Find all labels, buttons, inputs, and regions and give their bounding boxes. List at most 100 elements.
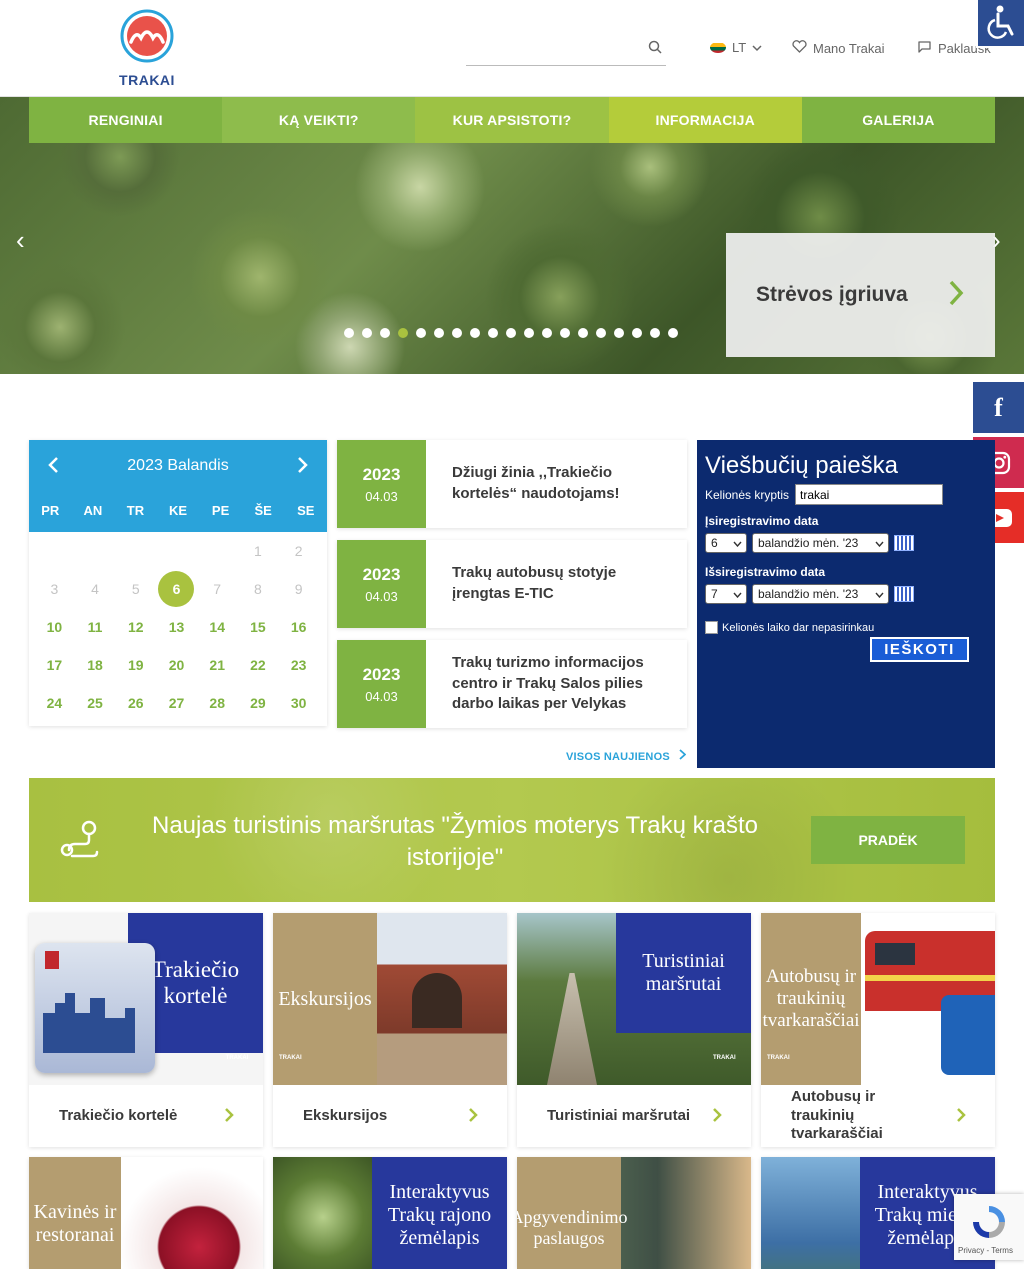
slider-dot[interactable] — [398, 328, 408, 338]
checkin-day-select[interactable]: 6 — [705, 533, 747, 553]
trakai-logo[interactable]: TRAKAI — [116, 8, 178, 90]
tile-ekskursijos[interactable]: Ekskursijos TRAKAI Ekskursijos — [273, 913, 507, 1147]
calendar-day[interactable]: 25 — [75, 684, 116, 722]
language-code: LT — [732, 40, 747, 55]
calendar-day[interactable]: 17 — [34, 646, 75, 684]
checkin-label: Įsiregistravimo data — [705, 514, 819, 528]
calendar-day[interactable]: 14 — [197, 608, 238, 646]
calendar-day[interactable]: 27 — [156, 684, 197, 722]
facebook-button[interactable]: f — [973, 382, 1024, 433]
start-route-button[interactable]: PRADĖK — [811, 816, 965, 864]
checkout-label: Išsiregistravimo data — [705, 565, 826, 579]
weekday-label: PE — [211, 503, 230, 518]
slider-dot[interactable] — [614, 328, 624, 338]
calendar-day[interactable]: 22 — [238, 646, 279, 684]
calendar-next-icon[interactable] — [297, 454, 309, 480]
trakai-badge: TRAKAI — [279, 1055, 302, 1061]
route-banner: Naujas turistinis maršrutas "Žymios mote… — [29, 778, 995, 902]
news-item[interactable]: 2023 04.03 Trakų autobusų stotyje įrengta… — [337, 540, 687, 628]
chevron-right-icon — [469, 1105, 478, 1128]
slider-dot[interactable] — [650, 328, 660, 338]
news-date: 2023 04.03 — [337, 440, 426, 528]
accessibility-button[interactable] — [976, 0, 1024, 48]
news-item[interactable]: 2023 04.03 Džiugi žinia ,,Trakiečio korte… — [337, 440, 687, 528]
calendar-day[interactable]: 10 — [34, 608, 75, 646]
search-icon[interactable] — [648, 40, 662, 59]
tile-kavines-restoranai[interactable]: Kavinės ir restoranai — [29, 1157, 263, 1269]
lithuania-flag-icon — [710, 42, 726, 53]
tile-caption: Ekskursijos — [303, 1106, 388, 1124]
slider-dot[interactable] — [470, 328, 480, 338]
nav-tab-kur-apsistoti[interactable]: KUR APSISTOTI? — [415, 97, 609, 143]
calendar-day — [34, 532, 75, 570]
news-title: Trakų turizmo informacijos centro ir Tra… — [452, 653, 644, 713]
slider-dot[interactable] — [434, 328, 444, 338]
slider-dot[interactable] — [344, 328, 354, 338]
checkout-day-select[interactable]: 7 — [705, 584, 747, 604]
hotel-search-button[interactable]: IEŠKOTI — [870, 637, 969, 662]
slide-caption-card[interactable]: Strėvos įgriuva — [726, 233, 995, 357]
slider-dot[interactable] — [632, 328, 642, 338]
slider-dot[interactable] — [560, 328, 570, 338]
tile-apgyvendinimas[interactable]: Apgyvendinimo paslaugos — [517, 1157, 751, 1269]
tile-turistiniai-marsrutai[interactable]: Turistiniai maršrutai TRAKAI Turistiniai… — [517, 913, 751, 1147]
nav-tab-informacija[interactable]: INFORMACIJA — [608, 97, 802, 143]
calendar-day[interactable]: 16 — [278, 608, 319, 646]
mano-trakai-link[interactable]: Mano Trakai — [792, 40, 885, 56]
calendar-day[interactable]: 15 — [238, 608, 279, 646]
news-item[interactable]: 2023 04.03 Trakų turizmo informacijos cen… — [337, 640, 687, 728]
nav-tab-galerija[interactable]: GALERIJA — [801, 97, 996, 143]
calendar-day[interactable]: 11 — [75, 608, 116, 646]
recaptcha-badge[interactable]: Privacy - Terms — [954, 1194, 1024, 1260]
slider-dot[interactable] — [452, 328, 462, 338]
calendar-day[interactable]: 18 — [75, 646, 116, 684]
tile-trakiecio-kortele[interactable]: Trakiečio kortelė TRAKAI Trakiečio korte… — [29, 913, 263, 1147]
news-date: 2023 04.03 — [337, 640, 426, 728]
slider-prev-icon[interactable]: ‹ — [16, 225, 25, 256]
calendar-day[interactable]: 12 — [115, 608, 156, 646]
slider-dot[interactable] — [542, 328, 552, 338]
calendar-day[interactable]: 20 — [156, 646, 197, 684]
calendar-day[interactable]: 29 — [238, 684, 279, 722]
nav-tab-renginiai[interactable]: RENGINIAI — [29, 97, 223, 143]
undecided-label: Kelionės laiko dar nepasirinkau — [722, 622, 875, 634]
calendar-day[interactable]: 24 — [34, 684, 75, 722]
slider-dot[interactable] — [668, 328, 678, 338]
site-header: TRAKAI LT Mano Trakai Paklausk — [0, 0, 1024, 97]
search-input[interactable] — [466, 32, 636, 62]
slider-dot[interactable] — [380, 328, 390, 338]
slider-dot[interactable] — [488, 328, 498, 338]
language-selector[interactable]: LT — [710, 40, 762, 55]
slider-dot[interactable] — [578, 328, 588, 338]
undecided-checkbox[interactable] — [705, 621, 718, 634]
calendar-day: 1 — [254, 543, 262, 559]
calendar-icon[interactable] — [894, 535, 914, 551]
slider-dot[interactable] — [506, 328, 516, 338]
facebook-icon: f — [994, 392, 1003, 422]
slider-dot[interactable] — [596, 328, 606, 338]
slider-dot[interactable] — [524, 328, 534, 338]
all-news-link[interactable]: VISOS NAUJIENOS — [566, 749, 687, 763]
checkin-month-select[interactable]: balandžio mėn. '23 — [752, 533, 889, 553]
checkout-month-select[interactable]: balandžio mėn. '23 — [752, 584, 889, 604]
nav-tab-ka-veikti[interactable]: KĄ VEIKTI? — [222, 97, 416, 143]
calendar-day[interactable]: 28 — [197, 684, 238, 722]
destination-field[interactable] — [795, 484, 943, 505]
tile-tvarkarasciai[interactable]: Autobusų ir traukinių tvarkaraščiai TRAK… — [761, 913, 995, 1147]
calendar-day[interactable]: 23 — [278, 646, 319, 684]
calendar-icon[interactable] — [894, 586, 914, 602]
calendar-day[interactable]: 26 — [115, 684, 156, 722]
calendar-day[interactable]: 30 — [278, 684, 319, 722]
trakai-badge: TRAKAI — [225, 1055, 249, 1061]
calendar-day-today[interactable]: 6 — [156, 570, 197, 608]
calendar-day[interactable]: 21 — [197, 646, 238, 684]
calendar-day[interactable]: 19 — [115, 646, 156, 684]
slider-dot[interactable] — [416, 328, 426, 338]
tile-rajono-zemelapis[interactable]: Interaktyvus Trakų rajono žemėlapis — [273, 1157, 507, 1269]
calendar-day[interactable]: 13 — [156, 608, 197, 646]
chevron-right-icon — [948, 279, 964, 312]
chevron-down-icon — [875, 587, 884, 601]
slider-dot[interactable] — [362, 328, 372, 338]
tile-image: Autobusų ir traukinių tvarkaraščiai TRAK… — [761, 913, 995, 1085]
tile-image: Trakiečio kortelė TRAKAI — [29, 913, 263, 1085]
